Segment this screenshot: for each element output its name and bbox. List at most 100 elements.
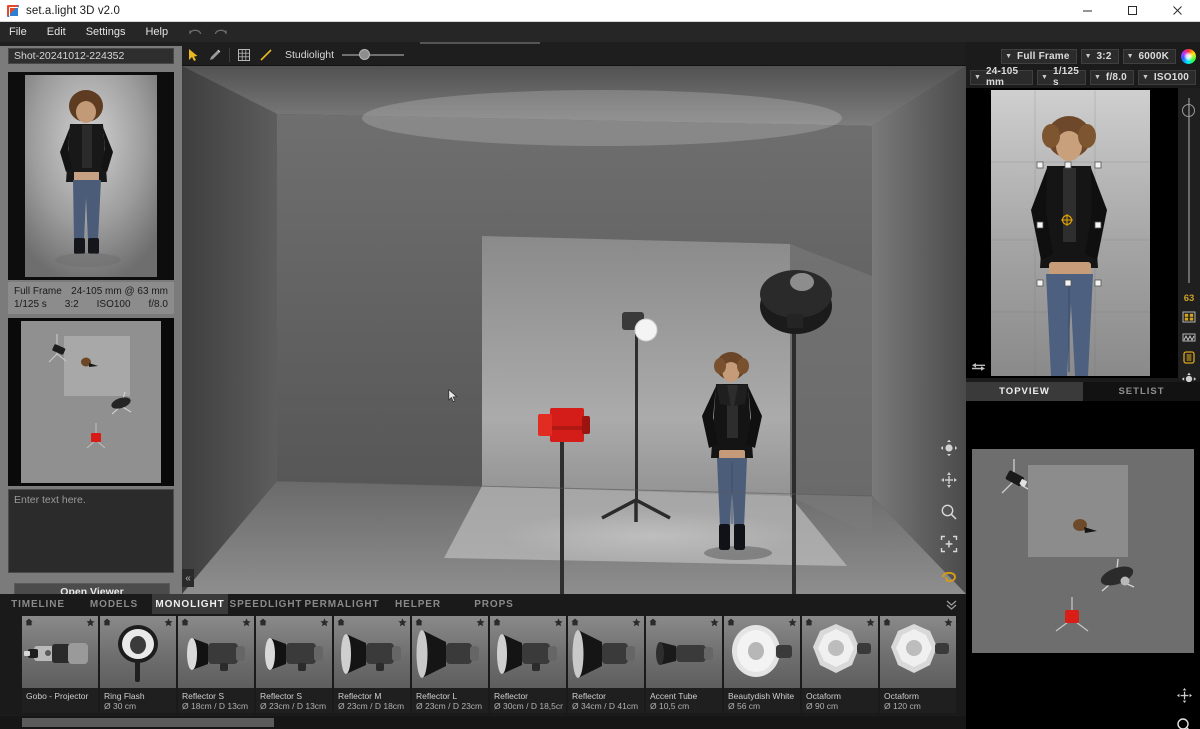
library-item-card[interactable]: Reflector Ø 34cm / D 41cm — [568, 616, 644, 713]
star-icon[interactable] — [86, 618, 95, 627]
home-icon[interactable] — [181, 618, 189, 626]
camera-lens-dropdown[interactable]: ▼ 24-105 mm — [970, 66, 1034, 88]
camera-kelvin-dropdown[interactable]: ▼ 6000K — [1122, 48, 1176, 64]
star-icon[interactable] — [164, 618, 173, 627]
library-item-card[interactable]: Reflector Ø 30cm / D 18,5cm — [490, 616, 566, 713]
star-icon[interactable] — [632, 618, 641, 627]
camera-shutter-dropdown[interactable]: ▼ 1/125 s — [1037, 66, 1086, 88]
library-item-card[interactable]: Octaform Ø 120 cm — [880, 616, 956, 713]
camera-ratio-dropdown[interactable]: ▼ 3:2 — [1080, 48, 1119, 64]
library-horizontal-scrollbar[interactable] — [0, 716, 966, 729]
home-icon[interactable] — [103, 618, 111, 626]
line-icon[interactable] — [255, 44, 277, 66]
home-icon[interactable] — [727, 618, 735, 626]
mouse-cursor — [448, 389, 458, 403]
library-item-card[interactable]: Reflector SØ 18cm / D 13cm — [178, 616, 254, 713]
shot-name-input[interactable]: Shot-20241012-224352 — [8, 48, 174, 64]
menu-edit[interactable]: Edit — [37, 22, 76, 42]
pan-icon[interactable] — [939, 470, 959, 490]
home-icon[interactable] — [649, 618, 657, 626]
right-tab-topview[interactable]: TOPVIEW — [966, 382, 1083, 401]
home-icon[interactable] — [883, 618, 891, 626]
star-icon[interactable] — [944, 618, 953, 627]
chevron-double-down-icon[interactable] — [936, 594, 966, 614]
fit-to-screen-icon[interactable] — [939, 534, 959, 554]
shot-topview-thumbnail[interactable] — [8, 318, 174, 486]
home-icon[interactable] — [571, 618, 579, 626]
star-icon[interactable] — [554, 618, 563, 627]
star-icon[interactable] — [398, 618, 407, 627]
chevron-down-icon: ▼ — [1093, 73, 1101, 81]
right-tab-setlist[interactable]: SETLIST — [1083, 382, 1200, 401]
star-icon[interactable] — [476, 618, 485, 627]
home-icon[interactable] — [25, 618, 33, 626]
library-item-card[interactable]: Beautydish White Ø 56 cm — [724, 616, 800, 713]
home-icon[interactable] — [493, 618, 501, 626]
undo-icon[interactable] — [188, 27, 203, 38]
library-tab-models[interactable]: MODELS — [76, 594, 152, 614]
maximize-button[interactable] — [1110, 0, 1155, 22]
grid-icon[interactable] — [233, 44, 255, 66]
library-tab-speedlight[interactable]: SPEEDLIGHT — [228, 594, 304, 614]
studiolight-slider[interactable] — [342, 48, 405, 62]
library-item-spec: Ø 34cm / D 41cm — [572, 701, 639, 711]
star-icon[interactable] — [242, 618, 251, 627]
window-controls — [1065, 0, 1200, 22]
camera-format-dropdown[interactable]: ▼ Full Frame — [1001, 48, 1077, 64]
measure-icon[interactable] — [204, 44, 226, 66]
sidebar-collapse-handle[interactable]: « — [182, 569, 194, 587]
zoom-icon[interactable] — [1174, 715, 1194, 729]
home-icon[interactable] — [805, 618, 813, 626]
application-window: set.a.light 3D v2.0 File Edit Settings H… — [0, 0, 1200, 729]
library-tab-timeline[interactable]: TIMELINE — [0, 594, 76, 614]
camera-aperture-value: f/8.0 — [1105, 71, 1127, 83]
home-icon[interactable] — [337, 618, 345, 626]
camera-iso-dropdown[interactable]: ▼ ISO100 — [1137, 69, 1196, 85]
library-item-card[interactable]: Ring Flash Ø 30 cm — [100, 616, 176, 713]
library-item-card[interactable]: Reflector MØ 23cm / D 18cm — [334, 616, 410, 713]
library-item-card[interactable]: Octaform Ø 90 cm — [802, 616, 878, 713]
library-item-card[interactable]: Reflector LØ 23cm / D 23cm — [412, 616, 488, 713]
close-button[interactable] — [1155, 0, 1200, 22]
library-tab-permalight[interactable]: PERMALIGHT — [304, 594, 380, 614]
library-tab-monolight[interactable]: MONOLIGHT — [152, 594, 228, 614]
star-icon[interactable] — [320, 618, 329, 627]
menu-settings[interactable]: Settings — [76, 22, 136, 42]
home-icon[interactable] — [259, 618, 267, 626]
redo-icon[interactable] — [213, 27, 228, 38]
pan-icon[interactable] — [1174, 685, 1194, 705]
menu-file[interactable]: File — [0, 22, 37, 42]
library-item-card[interactable]: Accent Tube Ø 10,5 cm — [646, 616, 722, 713]
reset-view-icon[interactable] — [939, 566, 959, 586]
flip-horizontal-icon[interactable] — [971, 361, 986, 372]
shot-thumbnail[interactable] — [8, 72, 174, 280]
library-item-card[interactable]: Gobo - Projector — [22, 616, 98, 713]
orbit-icon[interactable] — [939, 438, 959, 458]
library-item-spec: Ø 23cm / D 18cm — [338, 701, 405, 711]
gobo-grid-icon[interactable] — [1181, 310, 1197, 324]
library-item-card[interactable]: Reflector SØ 23cm / D 13cm — [256, 616, 332, 713]
star-icon[interactable] — [866, 618, 875, 627]
barn-door-icon[interactable] — [1181, 330, 1197, 344]
camera-format-value: Full Frame — [1017, 50, 1070, 62]
menu-help[interactable]: Help — [135, 22, 178, 42]
viewport-toolbar: Studiolight — [182, 44, 966, 66]
select-cursor-icon[interactable] — [182, 44, 204, 66]
studio-3d-viewport[interactable] — [182, 66, 966, 594]
camera-preview[interactable] — [966, 88, 1200, 378]
home-icon[interactable] — [415, 618, 423, 626]
shot-sidebar: Shot-20241012-224352 Full Frame 24-105 m… — [0, 46, 182, 647]
library-tab-helper[interactable]: HELPER — [380, 594, 456, 614]
minimize-button[interactable] — [1065, 0, 1110, 22]
zoom-icon[interactable] — [939, 502, 959, 522]
star-icon[interactable] — [710, 618, 719, 627]
camera-aperture-dropdown[interactable]: ▼ f/8.0 — [1089, 69, 1134, 85]
library-tab-props[interactable]: PROPS — [456, 594, 532, 614]
notes-textarea[interactable]: Enter text here. — [8, 489, 174, 573]
focal-length-slider-knob[interactable] — [1182, 104, 1195, 117]
color-wheel-icon[interactable] — [1181, 48, 1196, 64]
star-icon[interactable] — [788, 618, 797, 627]
frame-icon[interactable] — [1181, 350, 1197, 364]
equipment-library-strip[interactable]: Gobo - Projector Ring Flash Ø 30 cm Refle… — [0, 614, 966, 715]
topview-canvas[interactable] — [966, 401, 1200, 729]
